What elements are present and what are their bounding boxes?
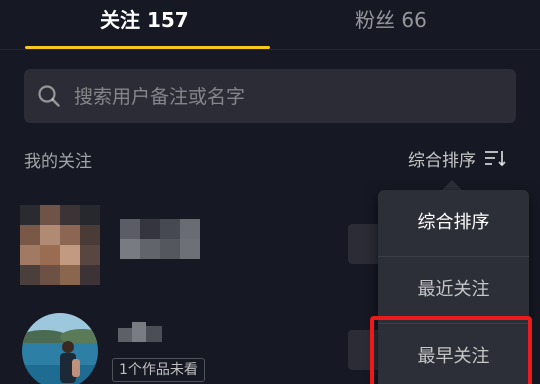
tab-following[interactable]: 关注 157 [100,4,189,36]
sort-option-comprehensive[interactable]: 综合排序 [378,190,529,256]
search-input[interactable] [72,69,506,125]
username-pixelated [120,219,200,259]
tab-fans[interactable]: 粉丝 66 [355,4,427,36]
search-icon [38,85,60,107]
following-screen: 关注 157 粉丝 66 我的关注 综合排序 [0,0,540,384]
sort-label: 综合排序 [408,150,476,171]
username-pixelated [118,322,162,350]
sort-option-recent[interactable]: 最近关注 [378,257,529,323]
sort-toggle[interactable]: 综合排序 [408,144,506,172]
sort-icon [485,151,506,167]
my-following-title: 我的关注 [24,152,92,172]
search-bar[interactable] [24,69,516,125]
tabs-divider [0,49,540,50]
avatar[interactable] [22,313,98,384]
avatar-photo-image [22,313,98,384]
unseen-works-badge: 1个作品未看 [112,358,205,382]
highlight-annotation-box [370,316,532,384]
dropdown-arrow [442,180,462,190]
avatar[interactable] [20,205,100,285]
